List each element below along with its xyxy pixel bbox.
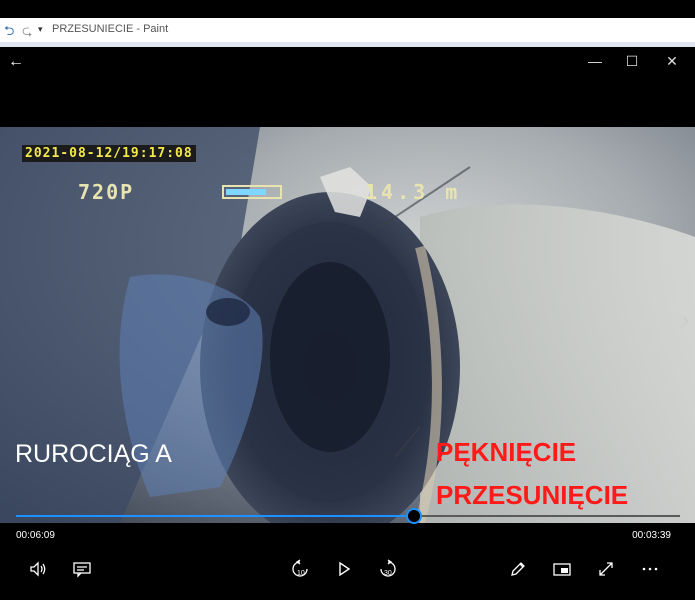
play-icon[interactable] (328, 554, 360, 584)
paint-title-bar: ⮌ ⮎ ▾ PRZESUNIECIE - Paint (0, 18, 695, 43)
volume-icon[interactable] (22, 554, 54, 584)
redo-icon[interactable]: ⮎ (22, 22, 32, 44)
paint-window-title: PRZESUNIECIE - Paint (52, 23, 169, 35)
skip-forward-30-icon[interactable]: 30 (372, 554, 404, 584)
media-player-window: ← — ☐ ✕ 2021-08-12/19:17:08 720P 14.3 m … (0, 47, 695, 600)
pen-icon[interactable] (502, 554, 534, 584)
back-arrow-icon[interactable]: ← (4, 51, 28, 73)
video-frame[interactable]: 2021-08-12/19:17:08 720P 14.3 m RUROCIĄG… (0, 127, 695, 523)
undo-icon[interactable]: ⮌ (4, 22, 14, 44)
pipeline-label: RUROCIĄG A (15, 440, 172, 468)
maximize-icon[interactable]: ☐ (612, 47, 652, 75)
osd-distance: 14.3 m (365, 180, 462, 204)
quick-access-dropdown[interactable]: ▾ (38, 24, 43, 35)
osd-datetime: 2021-08-12/19:17:08 (22, 145, 196, 162)
next-item-chevron-icon[interactable]: › (682, 307, 689, 333)
osd-battery-icon (222, 185, 282, 199)
close-icon[interactable]: ✕ (652, 47, 692, 75)
desktop-top-strip (0, 0, 695, 18)
minimize-icon[interactable]: — (575, 47, 615, 75)
skip-back-10-icon[interactable]: 10 (284, 554, 316, 584)
remaining-time: 00:03:39 (632, 530, 671, 541)
subtitles-icon[interactable] (66, 554, 98, 584)
defect-label-crack: PĘKNIĘCIE (436, 437, 577, 467)
fullscreen-icon[interactable] (590, 554, 622, 584)
seek-bar[interactable] (16, 508, 680, 524)
seek-bar-played (16, 515, 415, 517)
skip-back-label: 10 (297, 570, 305, 577)
mini-view-icon[interactable] (546, 554, 578, 584)
osd-resolution: 720P (78, 180, 135, 204)
more-icon[interactable] (634, 554, 666, 584)
defect-label-displacement: PRZESUNIĘCIE (436, 480, 629, 510)
skip-forward-label: 30 (384, 570, 392, 577)
elapsed-time: 00:06:09 (16, 530, 55, 541)
